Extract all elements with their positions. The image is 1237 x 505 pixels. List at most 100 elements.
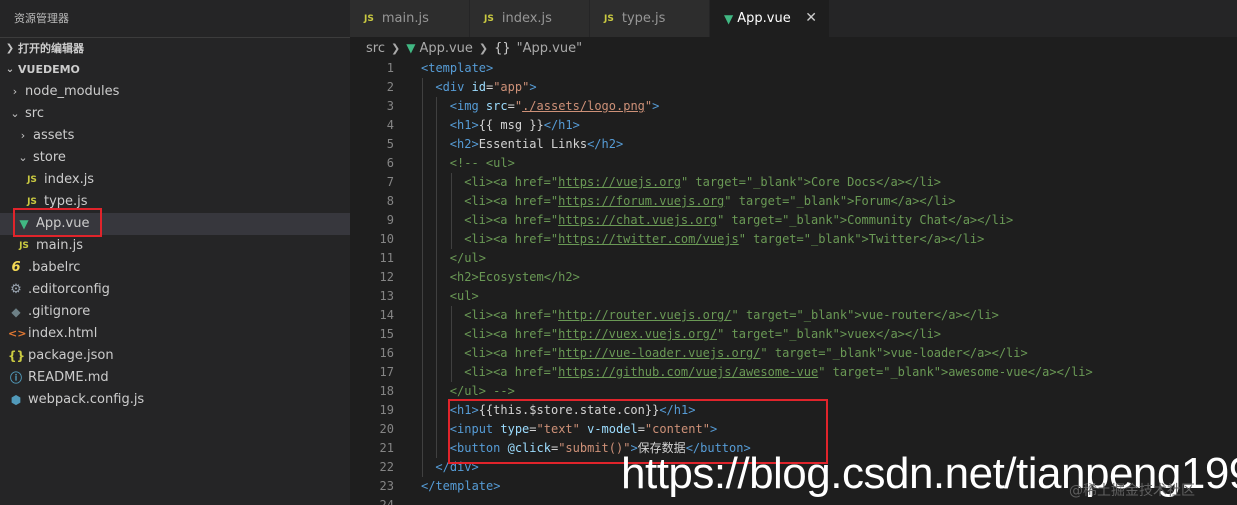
tree-item-webpack-config-js[interactable]: ⬢ webpack.config.js bbox=[0, 389, 350, 411]
code-line[interactable]: 15 <li><a href="http://vuex.vuejs.org/" t… bbox=[350, 325, 1237, 344]
tree-item-label: webpack.config.js bbox=[28, 392, 145, 407]
js-file-icon: JS bbox=[484, 13, 494, 24]
indent-guide bbox=[436, 173, 438, 192]
indent-guide bbox=[436, 439, 438, 458]
tab-index-js[interactable]: JS index.js bbox=[470, 0, 590, 37]
file-tree: › node_modules ⌄ src › assets ⌄ store JS index.js… bbox=[0, 81, 350, 411]
code-text: <li><a href="http://router.vuejs.org/" t… bbox=[464, 308, 999, 322]
breadcrumb-symbol[interactable]: "App.vue" bbox=[517, 41, 582, 56]
tree-item-src[interactable]: ⌄ src bbox=[0, 103, 350, 125]
tree-item-label: src bbox=[25, 106, 44, 121]
tree-item-label: package.json bbox=[28, 348, 114, 363]
indent-guide bbox=[436, 344, 438, 363]
line-number: 10 bbox=[379, 232, 394, 246]
line-number: 8 bbox=[386, 194, 394, 208]
indent-guide bbox=[436, 135, 438, 154]
indent-guide bbox=[450, 363, 452, 382]
indent-guide bbox=[422, 439, 423, 458]
code-line[interactable]: 3 <img src="./assets/logo.png"> bbox=[350, 97, 1237, 116]
code-line[interactable]: 16 <li><a href="http://vue-loader.vuejs.o… bbox=[350, 344, 1237, 363]
tree-item-label: .editorconfig bbox=[28, 282, 110, 297]
code-line[interactable]: 1 <template> bbox=[350, 59, 1237, 78]
close-icon[interactable]: ✕ bbox=[805, 10, 817, 26]
line-number: 16 bbox=[379, 346, 394, 360]
code-line[interactable]: 13 <ul> bbox=[350, 287, 1237, 306]
breadcrumb-file[interactable]: App.vue bbox=[419, 41, 472, 56]
tree-item-package-json[interactable]: {} package.json bbox=[0, 345, 350, 367]
tab-label: type.js bbox=[621, 11, 666, 26]
code-text: </template> bbox=[421, 479, 501, 493]
tab-label: main.js bbox=[381, 11, 429, 26]
tree-item-index-html[interactable]: <> index.html bbox=[0, 323, 350, 345]
line-number: 4 bbox=[386, 118, 394, 132]
code-line[interactable]: 5 <h2>Essential Links</h2> bbox=[350, 135, 1237, 154]
line-number: 15 bbox=[379, 327, 394, 341]
tree-item-label: index.js bbox=[44, 172, 95, 187]
code-text: <ul> bbox=[449, 289, 479, 303]
code-text: <img src="./assets/logo.png"> bbox=[449, 99, 660, 113]
indent-guide bbox=[436, 325, 438, 344]
code-text: <li><a href="http://vuex.vuejs.org/" tar… bbox=[464, 327, 942, 341]
js-file-icon: JS bbox=[604, 13, 614, 24]
tab-type-js[interactable]: JS type.js bbox=[590, 0, 710, 37]
indent-guide bbox=[422, 401, 423, 420]
project-label: VUEDEMO bbox=[18, 63, 80, 76]
indent-guide bbox=[422, 344, 423, 363]
indent-guide bbox=[450, 306, 452, 325]
tree-item-gitignore[interactable]: ◆ .gitignore bbox=[0, 301, 350, 323]
line-number: 22 bbox=[379, 460, 394, 474]
git-file-icon: ◆ bbox=[11, 305, 21, 319]
indent-guide bbox=[436, 230, 438, 249]
tab-main-js[interactable]: JS main.js bbox=[350, 0, 470, 37]
tab-app-vue[interactable]: ▼ App.vue ✕ bbox=[710, 0, 830, 37]
code-line[interactable]: 9 <li><a href="https://chat.vuejs.org" ta… bbox=[350, 211, 1237, 230]
indent-guide bbox=[436, 116, 438, 135]
tree-item-editorconfig[interactable]: ⚙ .editorconfig bbox=[0, 279, 350, 301]
code-line[interactable]: 14 <li><a href="http://router.vuejs.org/"… bbox=[350, 306, 1237, 325]
code-line[interactable]: 8 <li><a href="https://forum.vuejs.org" t… bbox=[350, 192, 1237, 211]
indent-guide bbox=[436, 287, 438, 306]
code-line[interactable]: 10 <li><a href="https://twitter.com/vuejs… bbox=[350, 230, 1237, 249]
code-line[interactable]: 4 <h1>{{ msg }}</h1> bbox=[350, 116, 1237, 135]
code-line[interactable]: 11 </ul> bbox=[350, 249, 1237, 268]
code-line[interactable]: 17 <li><a href="https://github.com/vuejs/… bbox=[350, 363, 1237, 382]
indent-guide bbox=[422, 135, 423, 154]
line-number: 9 bbox=[386, 213, 394, 227]
line-number: 24 bbox=[379, 498, 394, 505]
tree-item-store[interactable]: ⌄ store bbox=[0, 147, 350, 169]
vue-file-icon: ▼ bbox=[724, 11, 734, 26]
code-line[interactable]: 12 <h2>Ecosystem</h2> bbox=[350, 268, 1237, 287]
indent-guide bbox=[436, 306, 438, 325]
tree-item-main-js[interactable]: JS main.js bbox=[0, 235, 350, 257]
indent-guide bbox=[422, 97, 423, 116]
code-text: </ul> bbox=[449, 251, 486, 265]
tree-item-readme-md[interactable]: ⓘ README.md bbox=[0, 367, 350, 389]
breadcrumb-folder[interactable]: src bbox=[366, 41, 385, 56]
tree-item-label: index.html bbox=[28, 326, 98, 341]
open-editors-section[interactable]: ❯ 打开的编辑器 bbox=[0, 37, 350, 59]
gear-icon: ⚙ bbox=[10, 282, 22, 297]
code-line[interactable]: 2 <div id="app"> bbox=[350, 78, 1237, 97]
tree-item-babelrc[interactable]: 6 .babelrc bbox=[0, 257, 350, 279]
line-number: 20 bbox=[379, 422, 394, 436]
chevron-down-icon: ⌄ bbox=[10, 107, 20, 120]
project-section[interactable]: ⌄ VUEDEMO bbox=[0, 59, 350, 81]
code-line[interactable]: 7 <li><a href="https://vuejs.org" target=… bbox=[350, 173, 1237, 192]
indent-guide bbox=[450, 344, 452, 363]
breadcrumb: src ❯ ▼ App.vue ❯ {} "App.vue" bbox=[350, 37, 1237, 59]
tree-item-assets[interactable]: › assets bbox=[0, 125, 350, 147]
line-number: 21 bbox=[379, 441, 394, 455]
chevron-right-icon: ❯ bbox=[478, 41, 489, 55]
line-number: 3 bbox=[386, 99, 394, 113]
tree-item-index-js[interactable]: JS index.js bbox=[0, 169, 350, 191]
tree-item-node-modules[interactable]: › node_modules bbox=[0, 81, 350, 103]
tree-item-label: assets bbox=[33, 128, 75, 143]
indent-guide bbox=[422, 287, 423, 306]
chevron-right-icon: › bbox=[20, 129, 26, 142]
code-line[interactable]: 6 <!-- <ul> bbox=[350, 154, 1237, 173]
braces-icon: {} bbox=[494, 40, 511, 56]
js-file-icon: JS bbox=[27, 175, 37, 185]
chevron-down-icon: ⌄ bbox=[5, 64, 15, 75]
code-text: <li><a href="http://vue-loader.vuejs.org… bbox=[464, 346, 1028, 360]
indent-guide bbox=[422, 249, 423, 268]
